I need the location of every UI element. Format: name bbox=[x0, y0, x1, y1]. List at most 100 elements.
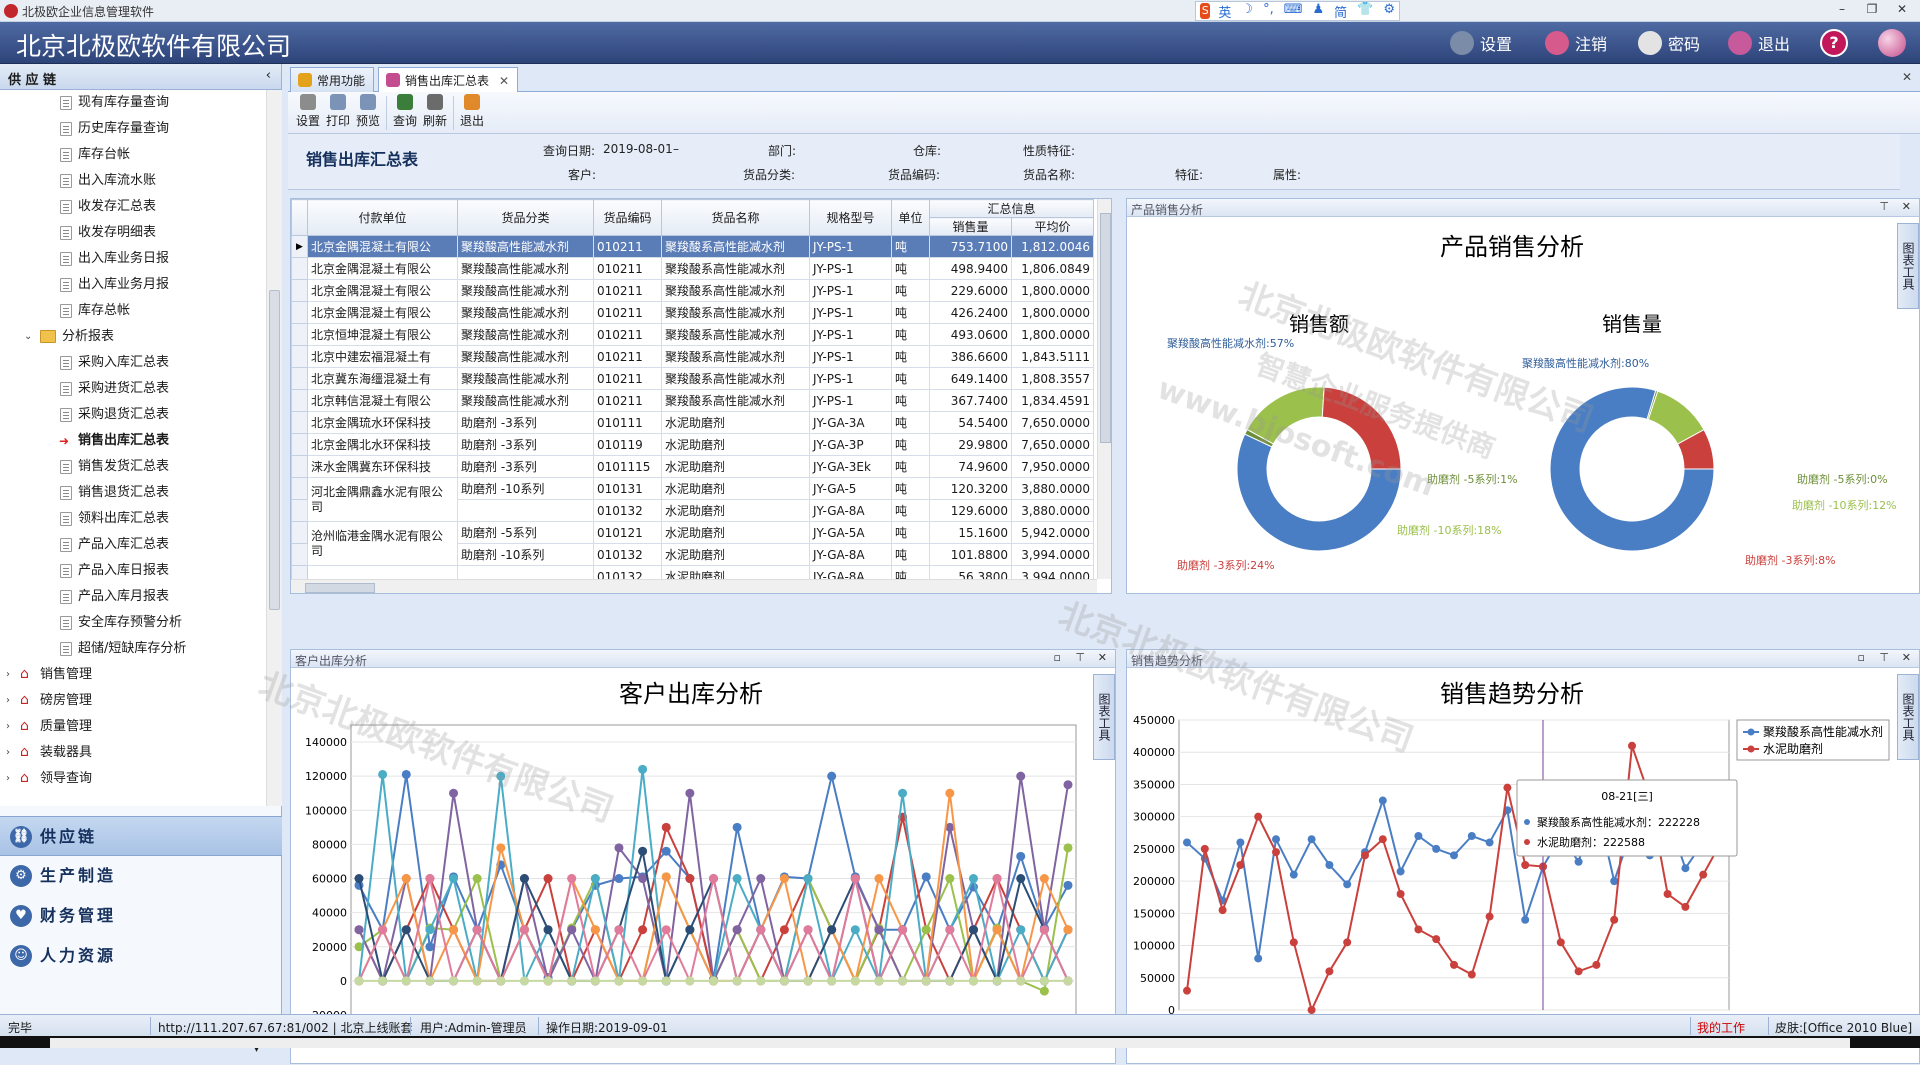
trend-panel-pin-button[interactable]: ⊤ bbox=[1879, 651, 1889, 664]
series-point[interactable] bbox=[850, 976, 860, 986]
series-point[interactable] bbox=[1272, 848, 1280, 857]
toolbar-button-label[interactable]: 预览 bbox=[356, 112, 380, 129]
tree-item[interactable]: 历史库存量查询 bbox=[0, 116, 266, 142]
tree-item[interactable]: › ⌂ 质量管理 bbox=[0, 714, 266, 740]
series-point[interactable] bbox=[449, 788, 459, 798]
cell-price[interactable]: 1,800.0000 bbox=[1011, 301, 1094, 324]
series-point[interactable] bbox=[567, 925, 577, 935]
series-point[interactable] bbox=[590, 925, 600, 935]
cell-code[interactable]: 0101115 bbox=[593, 455, 662, 478]
series-point[interactable] bbox=[1016, 851, 1026, 861]
cell-payer[interactable]: 河北金隅鼎鑫水泥有限公司 bbox=[307, 477, 458, 522]
close-button[interactable]: ✕ bbox=[1890, 2, 1914, 16]
cell-code[interactable]: 010211 bbox=[593, 367, 662, 390]
col-unit[interactable]: 单位 bbox=[891, 199, 930, 236]
series-point[interactable] bbox=[1467, 832, 1476, 840]
collapse-sidebar-button[interactable]: ‹ bbox=[266, 68, 271, 83]
cell-category[interactable]: 聚羧酸高性能减水剂 bbox=[457, 389, 594, 412]
series-point[interactable] bbox=[992, 874, 1002, 884]
series-point[interactable] bbox=[1343, 880, 1352, 889]
cell-qty[interactable]: 367.7400 bbox=[929, 389, 1012, 412]
row-indicator[interactable] bbox=[291, 367, 308, 390]
cell-payer[interactable]: 沧州临港金隅水泥有限公司 bbox=[307, 521, 458, 566]
tree-item-label[interactable]: 采购入库汇总表 bbox=[78, 350, 169, 376]
series-point[interactable] bbox=[1378, 835, 1387, 844]
series-point[interactable] bbox=[354, 976, 364, 986]
cell-price[interactable]: 1,800.0000 bbox=[1011, 279, 1094, 302]
series-point[interactable] bbox=[1485, 912, 1494, 921]
tree-item[interactable]: 出入库业务日报 bbox=[0, 246, 266, 272]
series-point[interactable] bbox=[1681, 864, 1690, 873]
tree-item[interactable]: 领料出库汇总表 bbox=[0, 506, 266, 532]
series-point[interactable] bbox=[590, 874, 600, 884]
series-point[interactable] bbox=[779, 976, 789, 986]
cell-name[interactable]: 水泥助磨剂 bbox=[661, 543, 810, 566]
table-row[interactable]: 北京恒坤混凝土有限公 聚羧酸高性能减水剂 010211 聚羧酸系高性能减水剂 JY-PS… bbox=[291, 323, 1094, 346]
row-indicator[interactable] bbox=[291, 543, 308, 566]
cell-qty[interactable]: 120.3200 bbox=[929, 477, 1012, 500]
skin-selector[interactable]: 皮肤:[Office 2010 Blue] bbox=[1775, 1019, 1912, 1036]
cell-name[interactable]: 聚羧酸系高性能减水剂 bbox=[661, 301, 810, 324]
toolbar-button-label[interactable]: 退出 bbox=[460, 112, 484, 129]
series-point[interactable] bbox=[1307, 1006, 1316, 1014]
series-point[interactable] bbox=[638, 764, 648, 774]
series-point[interactable] bbox=[850, 874, 860, 884]
trend-panel-maximize-button[interactable]: ▫ bbox=[1858, 651, 1865, 664]
row-indicator[interactable]: ▶ bbox=[291, 235, 308, 258]
series-point[interactable] bbox=[449, 976, 459, 986]
product-chart-tools-button[interactable]: 图表工具 bbox=[1897, 223, 1919, 309]
cell-name[interactable]: 聚羧酸系高性能减水剂 bbox=[661, 235, 810, 258]
series-point[interactable] bbox=[945, 874, 955, 884]
cell-category[interactable]: 助磨剂 -3系列 bbox=[457, 411, 594, 434]
cell-payer[interactable]: 北京金隅混凝土有限公 bbox=[307, 235, 458, 258]
series-point[interactable] bbox=[992, 976, 1002, 986]
row-indicator[interactable] bbox=[291, 433, 308, 456]
grid-vscroll-thumb[interactable] bbox=[1100, 213, 1111, 443]
series-point[interactable] bbox=[472, 925, 482, 935]
exit-button[interactable]: 退出 bbox=[1728, 30, 1790, 56]
series-point[interactable] bbox=[732, 925, 742, 935]
series-point[interactable] bbox=[685, 925, 695, 935]
cell-payer[interactable]: 北京金隅琉水环保科技 bbox=[307, 411, 458, 434]
cell-qty[interactable]: 493.0600 bbox=[929, 323, 1012, 346]
table-row[interactable]: 河北金隅鼎鑫水泥有限公司 助磨剂 -10系列 010131 水泥助磨剂 JY-GA-5 吨… bbox=[291, 477, 1094, 522]
tree-item[interactable]: 产品入库汇总表 bbox=[0, 532, 266, 558]
series-point[interactable] bbox=[543, 874, 553, 884]
tree-item-label[interactable]: 产品入库月报表 bbox=[78, 584, 169, 610]
expand-icon[interactable]: › bbox=[6, 714, 10, 740]
nav-module-label[interactable]: 供应链 bbox=[40, 827, 97, 846]
expand-icon[interactable]: › bbox=[6, 740, 10, 766]
ime-toolbar[interactable]: S 英 ☽ °, ⌨ ♟ 简 👕 ⚙ bbox=[1195, 1, 1400, 21]
cell-code[interactable]: 010211 bbox=[593, 323, 662, 346]
cell-qty[interactable]: 753.7100 bbox=[929, 235, 1012, 258]
cell-payer[interactable]: 北京金隅混凝土有限公 bbox=[307, 257, 458, 280]
cell-spec[interactable]: JY-GA-5A bbox=[809, 521, 892, 544]
tree-item[interactable]: › ⌂ 装载器具 bbox=[0, 740, 266, 766]
series-point[interactable] bbox=[638, 846, 648, 856]
series-point[interactable] bbox=[425, 874, 435, 884]
cell-price[interactable]: 3,880.0000 bbox=[1011, 477, 1094, 500]
tree-item-label[interactable]: 领料出库汇总表 bbox=[78, 506, 169, 532]
ime-item[interactable]: 英 bbox=[1218, 2, 1231, 21]
cell-category[interactable]: 聚羧酸高性能减水剂 bbox=[457, 323, 594, 346]
cell-category[interactable]: 助磨剂 -3系列 bbox=[457, 433, 594, 456]
series-point[interactable] bbox=[968, 874, 978, 884]
cell-name[interactable]: 聚羧酸系高性能减水剂 bbox=[661, 367, 810, 390]
tree-item-label[interactable]: 采购退货汇总表 bbox=[78, 402, 169, 428]
cell-unit[interactable]: 吨 bbox=[891, 235, 930, 258]
logout-button[interactable]: 注销 bbox=[1545, 30, 1607, 56]
cell-spec[interactable]: JY-GA-5 bbox=[809, 477, 892, 500]
tree-scrollbar[interactable] bbox=[266, 90, 282, 806]
series-point[interactable] bbox=[543, 925, 553, 935]
tree-item-label[interactable]: 收发存明细表 bbox=[78, 220, 156, 246]
series-point[interactable] bbox=[803, 976, 813, 986]
tree-item-label[interactable]: 出入库业务日报 bbox=[78, 246, 169, 272]
grid-horizontal-scrollbar[interactable] bbox=[291, 579, 1097, 593]
series-point[interactable] bbox=[945, 976, 955, 986]
toolbar-button-preview[interactable]: 预览 bbox=[356, 92, 380, 132]
tree-item[interactable]: › ⌂ 领导查询 bbox=[0, 766, 266, 792]
cell-unit[interactable]: 吨 bbox=[891, 389, 930, 412]
nav-module-label[interactable]: 财务管理 bbox=[40, 906, 116, 925]
nav-module-2[interactable]: ♥ 财务管理 bbox=[0, 896, 282, 936]
tree-item-label[interactable]: 库存台帐 bbox=[78, 142, 130, 168]
